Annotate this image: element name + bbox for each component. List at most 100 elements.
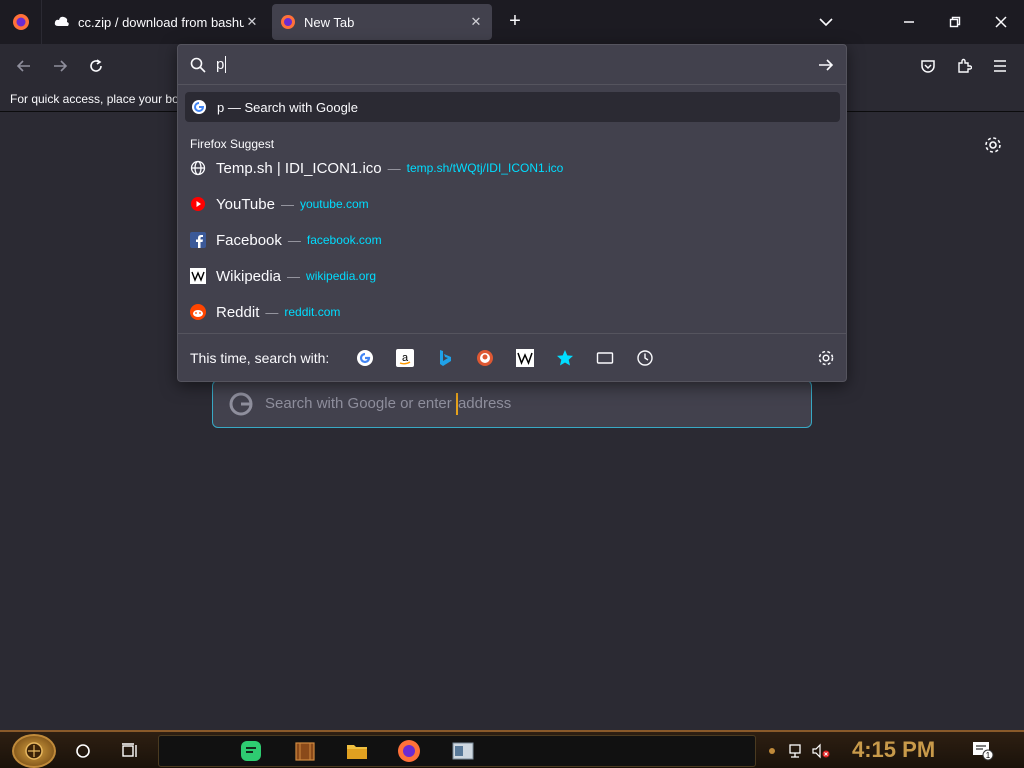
circle-icon [76,744,90,758]
suggestion-separator: — [387,160,401,176]
restore-button[interactable] [932,0,978,44]
taskbar-app-explorer[interactable] [342,736,372,766]
forward-button[interactable] [46,52,74,80]
tray-arrow-button[interactable] [764,736,780,766]
engine-wikipedia-button[interactable] [505,343,545,373]
svg-text:a: a [402,352,409,364]
firefox-icon [281,15,295,29]
bing-icon [440,349,452,366]
google-icon [192,100,206,114]
tab-close-icon[interactable]: ✕ [244,14,260,30]
firefox-view-button[interactable] [0,0,42,44]
firefox-suggest-label: Firefox Suggest [190,137,275,151]
volume-button[interactable] [810,736,832,766]
history-search-button[interactable] [625,343,665,373]
star-icon [557,349,574,365]
duckduckgo-icon [477,349,494,366]
close-window-button[interactable] [978,0,1024,44]
task-view-icon [122,743,137,757]
one-off-label: This time, search with: [190,349,330,366]
tab-close-icon[interactable]: ✕ [468,14,484,30]
suggestion-item-wikipedia[interactable]: Wikipedia — wikipedia.org [190,264,376,288]
wikipedia-icon [516,348,535,367]
notification-count: 1 [986,751,991,760]
clock-icon [637,349,653,366]
taskbar-app-notes[interactable] [236,736,266,766]
volume-muted-icon [812,743,830,759]
tab-title: New Tab [304,14,355,30]
go-arrow-icon[interactable] [816,55,836,75]
tab-bar: cc.zip / download from bashupload ✕ New … [0,0,1024,44]
suggestion-url: youtube.com [299,197,369,211]
engine-duckduckgo-button[interactable] [465,343,505,373]
pocket-button[interactable] [914,52,942,80]
network-icon [789,744,801,758]
cloud-icon [54,16,69,26]
suggestion-item-reddit[interactable]: Reddit — reddit.com [190,300,340,324]
tab-icon [597,351,614,364]
forward-arrow-icon [54,60,68,72]
menu-button[interactable] [986,52,1014,80]
google-icon [357,349,374,366]
extensions-button[interactable] [950,52,978,80]
suggestion-separator: — [287,268,301,284]
taskbar-app-window[interactable] [448,736,478,766]
taskbar: 4:15 PM 1 [0,730,1024,768]
search-suggestion-text: p — Search with Google [217,99,358,115]
suggestion-title: Reddit [216,303,260,321]
suggestion-separator: — [265,304,279,320]
folder-icon [347,745,367,759]
firefox-icon [398,740,420,762]
facebook-icon [190,232,206,248]
search-suggestion-row[interactable]: p — Search with Google [185,92,840,122]
tab-title: cc.zip / download from bashupload [78,14,244,30]
network-button[interactable] [786,736,808,766]
reload-button[interactable] [82,52,110,80]
suggestion-url: wikipedia.org [306,269,377,283]
suggestion-item-temp[interactable]: Temp.sh | IDI_ICON1.ico — temp.sh/tWQtj/… [190,156,563,180]
new-tab-search-box[interactable]: Search with Google or enter address [212,380,812,428]
bookmarks-search-button[interactable] [545,343,585,373]
restore-icon [949,16,961,28]
suggestion-item-youtube[interactable]: YouTube — youtube.com [190,192,369,216]
notification-icon: 1 [973,742,994,761]
suggestion-url: reddit.com [284,305,341,319]
chevron-up-icon [769,748,775,754]
engine-bing-button[interactable] [425,343,465,373]
gear-icon [985,137,1001,153]
back-button[interactable] [10,52,38,80]
minimize-button[interactable] [886,0,932,44]
suggestion-separator: — [280,196,294,212]
suggestion-separator: — [287,232,301,248]
engine-google-button[interactable] [345,343,385,373]
suggestion-url: temp.sh/tWQtj/IDI_ICON1.ico [406,161,564,175]
search-settings-gear-icon[interactable] [816,348,836,368]
list-all-tabs-button[interactable] [812,8,840,36]
task-view-button[interactable] [116,736,144,766]
cortana-button[interactable] [70,736,96,766]
suggestion-item-facebook[interactable]: Facebook — facebook.com [190,228,382,252]
tab-download[interactable]: cc.zip / download from bashupload ✕ [46,4,268,40]
start-button[interactable] [12,734,56,768]
search-icon [190,57,206,73]
tabs-search-button[interactable] [585,343,625,373]
pocket-icon [921,60,935,73]
urlbar-dropdown: p p — Search with Google Firefox Suggest… [177,44,847,382]
reload-icon [90,59,102,72]
engine-amazon-button[interactable]: a [385,343,425,373]
url-input-value[interactable]: p [216,56,227,74]
taskbar-app-firefox[interactable] [394,736,424,766]
amazon-icon: a [396,348,415,367]
new-tab-button[interactable]: + [502,8,528,36]
customize-new-tab-button[interactable] [982,134,1004,156]
taskbar-clock[interactable]: 4:15 PM [852,737,935,763]
minimize-icon [904,21,914,23]
url-input[interactable]: p [178,45,846,85]
window-icon [452,742,474,760]
bookmarks-hint-text: For quick access, place your bookmarks h… [10,92,178,106]
tab-new-tab[interactable]: New Tab ✕ [272,4,492,40]
taskbar-app-archive[interactable] [290,736,320,766]
suggestion-title: Temp.sh | IDI_ICON1.ico [216,159,382,177]
youtube-icon [190,196,206,212]
notifications-button[interactable]: 1 [970,736,996,766]
